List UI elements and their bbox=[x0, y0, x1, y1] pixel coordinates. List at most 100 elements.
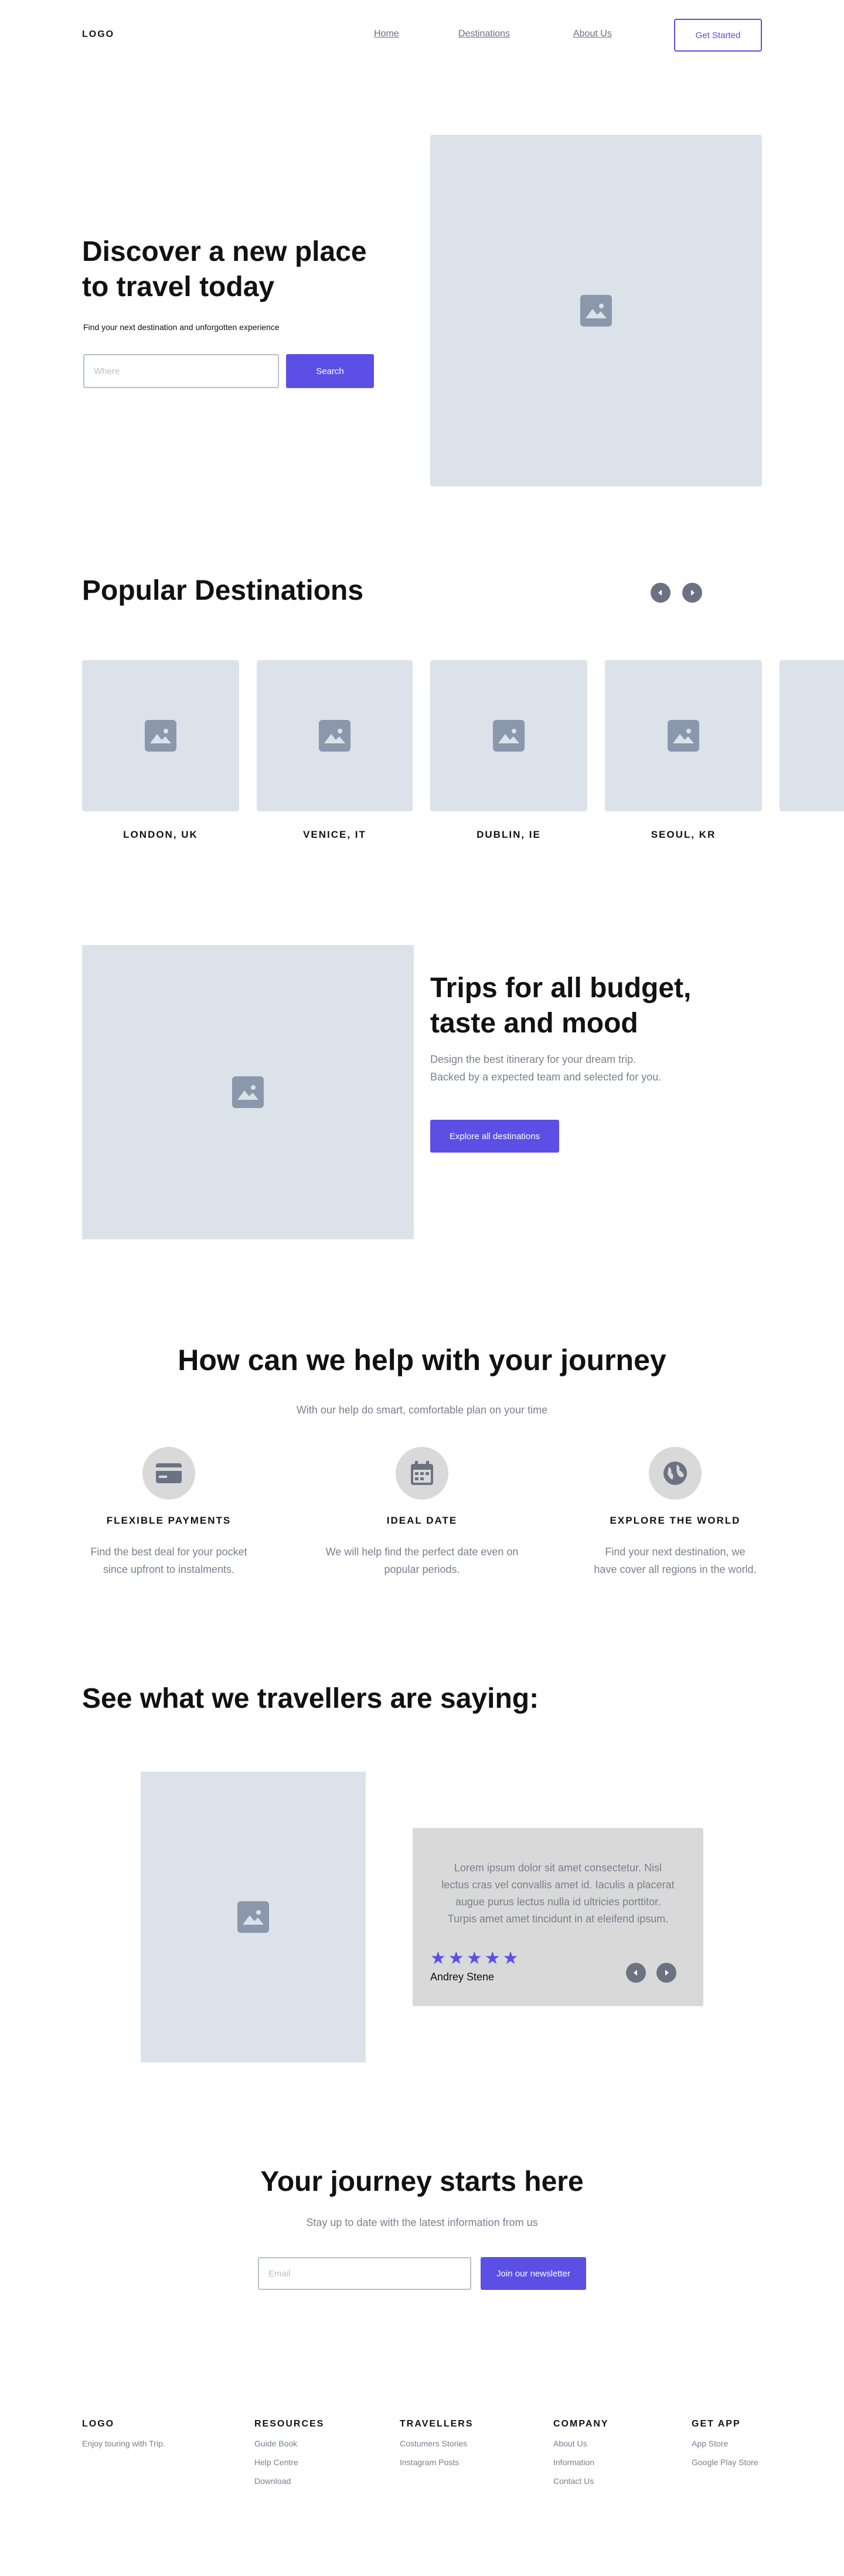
testimonial-quote-line: Lorem ipsum dolor sit amet consectetur. … bbox=[454, 1862, 662, 1874]
help-subtitle: With our help do smart, comfortable plan… bbox=[296, 1404, 548, 1416]
get-started-button[interactable]: Get Started bbox=[674, 19, 762, 52]
trips-description-line1: Design the best itinerary for your dream… bbox=[430, 1053, 637, 1065]
destination-name[interactable]: LONDON, UK bbox=[82, 829, 239, 841]
search-button[interactable]: Search bbox=[286, 354, 374, 388]
footer-column-title: COMPANY bbox=[553, 2419, 609, 2429]
footer-link[interactable]: Help Centre bbox=[254, 2458, 298, 2467]
newsletter-title: Your journey starts here bbox=[260, 2166, 584, 2197]
popular-title: Popular Destinations bbox=[82, 575, 364, 606]
prev-arrow-button[interactable] bbox=[651, 583, 671, 603]
feature-description-line: have cover all regions in the world. bbox=[594, 1564, 757, 1575]
feature-description: Find the best deal for your pocket since… bbox=[63, 1543, 274, 1578]
email-input[interactable]: Email bbox=[258, 2257, 471, 2290]
footer-link[interactable]: About Us bbox=[553, 2439, 587, 2448]
destination-card-image[interactable] bbox=[257, 660, 413, 811]
image-icon bbox=[493, 720, 525, 752]
image-icon bbox=[232, 1076, 264, 1108]
feature-title: FLEXIBLE PAYMENTS bbox=[106, 1515, 232, 1526]
trips-description: Design the best itinerary for your dream… bbox=[430, 1051, 723, 1086]
destination-name[interactable]: DUBLIN, IE bbox=[430, 829, 587, 841]
star-icon: ★ bbox=[430, 1949, 446, 1968]
footer-column-title: GET APP bbox=[692, 2419, 741, 2429]
destination-card-image[interactable] bbox=[605, 660, 762, 811]
image-icon bbox=[319, 720, 350, 752]
footer-link[interactable]: Instagram Posts bbox=[400, 2458, 459, 2467]
image-icon bbox=[237, 1901, 269, 1933]
hero-title: Discover a new place to travel today bbox=[82, 235, 410, 305]
nav-about-link[interactable]: About Us bbox=[573, 29, 612, 39]
destination-card-image[interactable] bbox=[82, 660, 239, 811]
star-rating: ★ ★ ★ ★ ★ bbox=[430, 1950, 519, 1967]
testimonial-quote-line: augue purus lectus nulla id ultricies po… bbox=[455, 1896, 661, 1908]
feature-icon-circle bbox=[142, 1447, 195, 1500]
trips-title-line2: taste and mood bbox=[430, 1008, 638, 1039]
testimonials-title: See what we travellers are saying: bbox=[82, 1683, 539, 1714]
testimonial-prev-button[interactable] bbox=[626, 1963, 646, 1983]
testimonial-quote: Lorem ipsum dolor sit amet consectetur. … bbox=[424, 1860, 692, 1928]
testimonial-quote-line: lectus cras vel convallis amet id. Iacul… bbox=[441, 1879, 675, 1891]
footer-column-title: TRAVELLERS bbox=[400, 2419, 474, 2429]
feature-description: We will help find the perfect date even … bbox=[305, 1543, 539, 1578]
footer-link[interactable]: Costumers Stories bbox=[400, 2439, 467, 2448]
footer-link[interactable]: Download bbox=[254, 2476, 291, 2486]
join-newsletter-button[interactable]: Join our newsletter bbox=[481, 2257, 586, 2290]
feature-description-line: We will help find the perfect date even … bbox=[325, 1546, 519, 1558]
feature-icon-circle bbox=[649, 1447, 702, 1500]
feature-description-line: Find your next destination, we bbox=[605, 1546, 746, 1558]
feature-icon-circle bbox=[396, 1447, 448, 1500]
next-arrow-button[interactable] bbox=[682, 583, 702, 603]
footer-link[interactable]: Information bbox=[553, 2458, 594, 2467]
image-icon bbox=[668, 720, 699, 752]
feature-description-line: Find the best deal for your pocket bbox=[90, 1546, 247, 1558]
credit-card-icon bbox=[156, 1463, 182, 1483]
image-icon bbox=[580, 295, 612, 327]
destination-name[interactable]: SEOUL, KR bbox=[605, 829, 762, 841]
chevron-right-icon bbox=[665, 1970, 669, 1976]
footer-logo[interactable]: LOGO bbox=[82, 2419, 114, 2429]
hero-subtitle: Find your next destination and unforgott… bbox=[83, 322, 280, 332]
testimonial-author: Andrey Stene bbox=[430, 1971, 495, 1983]
nav-destinations-link[interactable]: Destinations bbox=[458, 29, 510, 39]
footer-column-title: RESOURCES bbox=[254, 2419, 325, 2429]
footer-link[interactable]: Guide Book bbox=[254, 2439, 297, 2448]
newsletter-subtitle: Stay up to date with the latest informat… bbox=[306, 2217, 538, 2228]
search-input[interactable]: Where bbox=[83, 354, 279, 388]
destination-card-image-partial[interactable] bbox=[780, 660, 844, 811]
nav-home-link[interactable]: Home bbox=[374, 29, 399, 39]
globe-icon bbox=[663, 1462, 687, 1485]
hero-title-line1: Discover a new place bbox=[82, 236, 367, 267]
footer-link[interactable]: Google Play Store bbox=[692, 2458, 758, 2467]
trips-title-line1: Trips for all budget, bbox=[430, 973, 692, 1004]
footer-link[interactable]: Contact Us bbox=[553, 2476, 594, 2486]
chevron-left-icon bbox=[634, 1970, 637, 1976]
feature-title: IDEAL DATE bbox=[386, 1515, 458, 1526]
testimonial-card: Lorem ipsum dolor sit amet consectetur. … bbox=[413, 1828, 703, 2006]
star-icon: ★ bbox=[448, 1949, 464, 1968]
chevron-left-icon bbox=[658, 590, 662, 596]
trips-image bbox=[82, 945, 414, 1239]
testimonial-image bbox=[141, 1772, 366, 2062]
feature-title: EXPLORE THE WORLD bbox=[610, 1515, 741, 1526]
feature-description-line: since upfront to instalments. bbox=[103, 1564, 235, 1575]
explore-destinations-button[interactable]: Explore all destinations bbox=[430, 1120, 559, 1153]
image-icon bbox=[145, 720, 176, 752]
feature-description: Find your next destination, we have cove… bbox=[570, 1543, 781, 1578]
destination-name[interactable]: VENICE, IT bbox=[257, 829, 413, 841]
star-icon: ★ bbox=[466, 1949, 482, 1968]
hero-title-line2: to travel today bbox=[82, 271, 275, 303]
star-icon: ★ bbox=[484, 1949, 501, 1968]
chevron-right-icon bbox=[691, 590, 695, 596]
trips-description-line2: Backed by a expected team and selected f… bbox=[430, 1071, 662, 1083]
testimonial-next-button[interactable] bbox=[656, 1963, 676, 1983]
destination-card-image[interactable] bbox=[430, 660, 587, 811]
trips-title: Trips for all budget, taste and mood bbox=[430, 971, 758, 1041]
footer-tagline: Enjoy touring with Trip. bbox=[82, 2439, 165, 2448]
hero-image bbox=[430, 135, 762, 487]
star-icon: ★ bbox=[502, 1949, 519, 1968]
footer-link[interactable]: App Store bbox=[692, 2439, 728, 2448]
help-title: How can we help with your journey bbox=[178, 1344, 666, 1377]
testimonial-quote-line: Turpis amet amet tincidunt in at eleifen… bbox=[447, 1913, 669, 1925]
calendar-icon bbox=[411, 1461, 433, 1485]
logo[interactable]: LOGO bbox=[82, 29, 114, 40]
feature-description-line: popular periods. bbox=[384, 1564, 460, 1575]
